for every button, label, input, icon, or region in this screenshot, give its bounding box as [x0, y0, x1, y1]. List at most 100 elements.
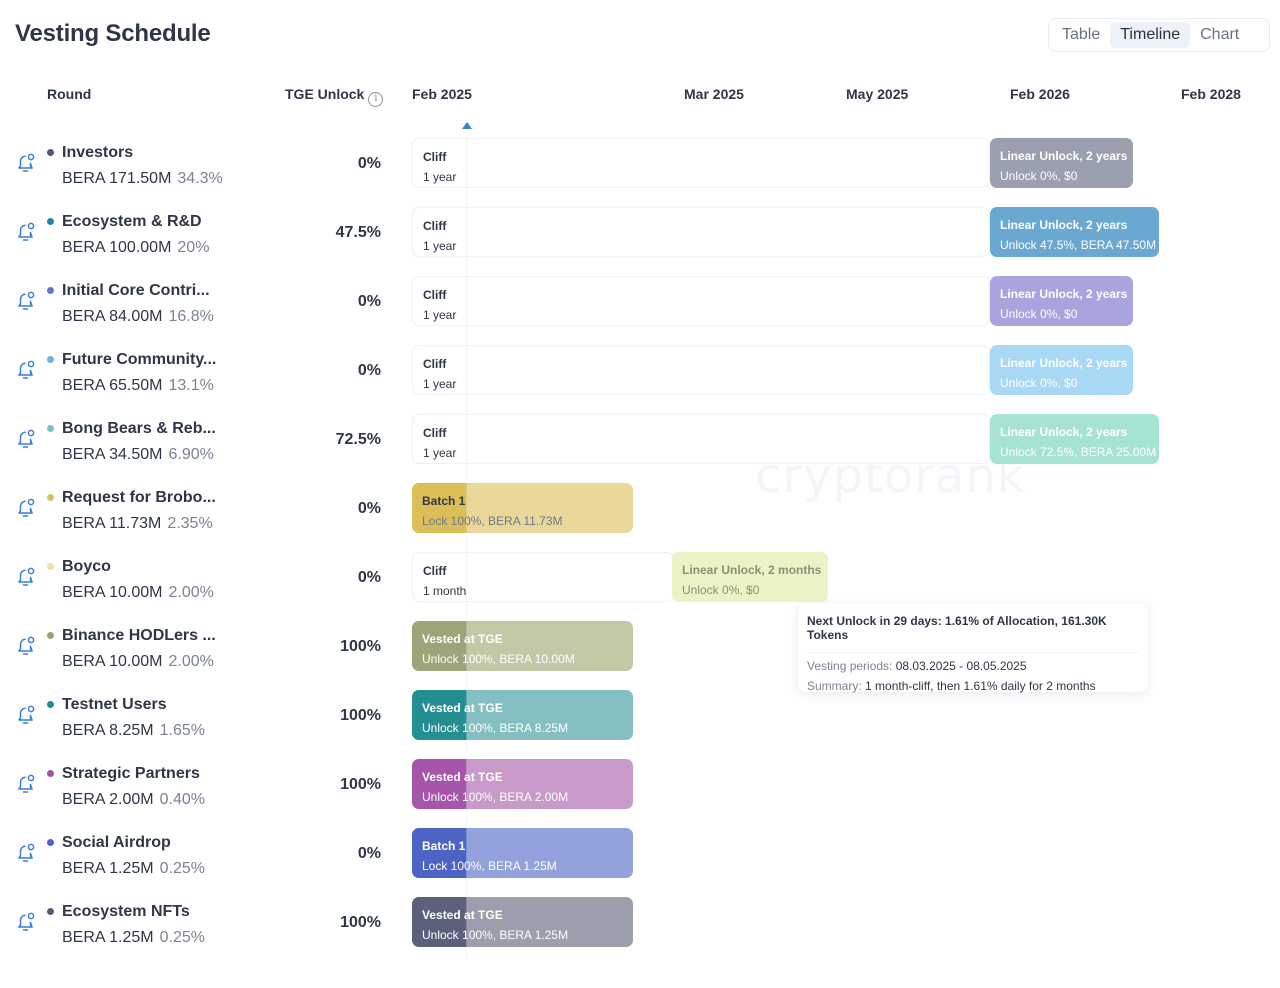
timeline-segment-linear[interactable]: Linear Unlock, 2 years Unlock 47.5%, BERA… [990, 207, 1159, 257]
timeline-segment-linear[interactable]: Linear Unlock, 2 years Unlock 0%, $0 [990, 138, 1133, 188]
tge-unlock-value: 0% [357, 293, 381, 310]
timeline-tick: Feb 2026 [1010, 86, 1070, 102]
tooltip-periods: Vesting periods: 08.03.2025 - 08.05.2025 [807, 659, 1139, 673]
round-row[interactable]: Bong Bears & Reb... BERA 34.50M 6.90% 72.5%… [0, 414, 1280, 483]
tooltip-summary: Summary: 1 month-cliff, then 1.61% daily… [807, 679, 1139, 693]
bell-icon[interactable] [16, 221, 36, 243]
round-color-dot [47, 701, 54, 708]
round-row[interactable]: Ecosystem NFTs BERA 1.25M 0.25% 100% Vested … [0, 897, 1280, 966]
round-amount: BERA 171.50M [62, 170, 172, 187]
round-share: 6.90% [168, 446, 214, 463]
tab-chart[interactable]: Chart [1190, 22, 1249, 48]
view-switch: Table Timeline Chart [1048, 18, 1270, 52]
bell-icon[interactable] [16, 842, 36, 864]
segment-text: Cliff 1 year [423, 285, 979, 325]
round-row[interactable]: Ecosystem & R&D BERA 100.00M 20% 47.5% Cliff… [0, 207, 1280, 276]
bell-icon[interactable] [16, 497, 36, 519]
page-title: Vesting Schedule [15, 20, 211, 47]
round-color-dot [47, 218, 54, 225]
tab-timeline[interactable]: Timeline [1110, 22, 1191, 48]
timeline-segment-vested[interactable]: Vested at TGE Unlock 100%, BERA 10.00M [412, 621, 633, 671]
timeline-segment-linear[interactable]: Linear Unlock, 2 months Unlock 0%, $0 [672, 552, 828, 602]
segment-detail: Unlock 100%, BERA 2.00M [422, 790, 569, 804]
segment-text: Vested at TGE Unlock 100%, BERA 2.00M [422, 767, 623, 807]
round-color-dot [47, 287, 54, 294]
round-name: Future Community... [62, 351, 217, 368]
bell-icon[interactable] [16, 566, 36, 588]
segment-text: Cliff 1 month [423, 561, 663, 601]
round-share: 2.00% [168, 653, 214, 670]
timeline-segment-cliff[interactable]: Cliff 1 month [412, 552, 674, 602]
timeline-segment-vested[interactable]: Vested at TGE Unlock 100%, BERA 8.25M [412, 690, 633, 740]
segment-detail: Unlock 0%, $0 [1000, 169, 1078, 183]
segment-title: Cliff [423, 288, 447, 302]
timeline-tick: Feb 2028 [1181, 86, 1241, 102]
bell-icon[interactable] [16, 635, 36, 657]
tge-unlock-value: 100% [340, 914, 381, 931]
tooltip-summary-value: 1 month-cliff, then 1.61% daily for 2 mo… [865, 679, 1096, 693]
segment-detail: Unlock 100%, BERA 10.00M [422, 652, 575, 666]
round-row[interactable]: Social Airdrop BERA 1.25M 0.25% 0% Batch 1 Lo… [0, 828, 1280, 897]
segment-detail: Unlock 47.5%, BERA 47.50M [1000, 238, 1157, 252]
segment-detail: 1 year [423, 377, 457, 391]
timeline-segment-cliff[interactable]: Cliff 1 year [412, 414, 990, 464]
segment-text: Linear Unlock, 2 years Unlock 0%, $0 [1000, 146, 1127, 186]
round-amount: BERA 10.00M [62, 653, 163, 670]
timeline-tick: Mar 2025 [684, 86, 744, 102]
segment-text: Cliff 1 year [423, 216, 979, 256]
round-color-dot [47, 149, 54, 156]
tab-table[interactable]: Table [1052, 22, 1110, 48]
segment-detail: Unlock 72.5%, BERA 25.00M [1000, 445, 1157, 459]
bell-icon[interactable] [16, 911, 36, 933]
segment-title: Cliff [423, 357, 447, 371]
round-row[interactable]: Future Community... BERA 65.50M 13.1% 0% Cli… [0, 345, 1280, 414]
round-row[interactable]: Strategic Partners BERA 2.00M 0.40% 100% Ves… [0, 759, 1280, 828]
timeline-segment-vested[interactable]: Vested at TGE Unlock 100%, BERA 1.25M [412, 897, 633, 947]
segment-text: Batch 1 Lock 100%, BERA 11.73M [422, 491, 623, 531]
round-name: Social Airdrop [62, 834, 171, 851]
tge-unlock-value: 72.5% [335, 431, 381, 448]
round-allocation: BERA 8.25M 1.65% [62, 722, 205, 740]
timeline-segment-batch[interactable]: Batch 1 Lock 100%, BERA 11.73M [412, 483, 633, 533]
timeline-segment-cliff[interactable]: Cliff 1 year [412, 345, 990, 395]
tooltip-summary-label: Summary: [807, 679, 862, 693]
round-row[interactable]: Initial Core Contri... BERA 84.00M 16.8% 0%… [0, 276, 1280, 345]
round-color-dot [47, 770, 54, 777]
timeline-segment-vested[interactable]: Vested at TGE Unlock 100%, BERA 2.00M [412, 759, 633, 809]
round-share: 20% [177, 239, 210, 256]
segment-title: Vested at TGE [422, 632, 503, 646]
timeline-segment-linear[interactable]: Linear Unlock, 2 years Unlock 72.5%, BERA… [990, 414, 1159, 464]
round-color-dot [47, 425, 54, 432]
round-row[interactable]: Investors BERA 171.50M 34.3% 0% Cliff 1 year L… [0, 138, 1280, 207]
round-share: 1.65% [159, 722, 205, 739]
info-icon[interactable]: i [368, 92, 384, 107]
timeline-segment-linear[interactable]: Linear Unlock, 2 years Unlock 0%, $0 [990, 345, 1133, 395]
segment-title: Vested at TGE [422, 908, 503, 922]
bell-icon[interactable] [16, 704, 36, 726]
timeline-segment-cliff[interactable]: Cliff 1 year [412, 276, 990, 326]
round-amount: BERA 100.00M [62, 239, 172, 256]
round-share: 13.1% [168, 377, 214, 394]
round-color-dot [47, 632, 54, 639]
round-allocation: BERA 84.00M 16.8% [62, 308, 214, 326]
bell-icon[interactable] [16, 773, 36, 795]
bell-icon[interactable] [16, 290, 36, 312]
round-row[interactable]: Request for Brobo... BERA 11.73M 2.35% 0% Ba… [0, 483, 1280, 552]
segment-title: Linear Unlock, 2 years [1000, 356, 1128, 370]
timeline-segment-cliff[interactable]: Cliff 1 year [412, 207, 990, 257]
timeline-segment-linear[interactable]: Linear Unlock, 2 years Unlock 0%, $0 [990, 276, 1133, 326]
segment-text: Linear Unlock, 2 years Unlock 47.5%, BERA… [1000, 215, 1157, 255]
bell-icon[interactable] [16, 359, 36, 381]
bell-icon[interactable] [16, 152, 36, 174]
tge-unlock-value: 0% [357, 569, 381, 586]
timeline-tick: Feb 2025 [412, 86, 472, 102]
round-name: Testnet Users [62, 696, 167, 713]
timeline-segment-batch[interactable]: Batch 1 Lock 100%, BERA 1.25M [412, 828, 633, 878]
segment-text: Linear Unlock, 2 years Unlock 72.5%, BERA… [1000, 422, 1157, 462]
tooltip-periods-value: 08.03.2025 - 08.05.2025 [895, 659, 1027, 673]
round-allocation: BERA 11.73M 2.35% [62, 515, 213, 533]
bell-icon[interactable] [16, 428, 36, 450]
timeline-segment-cliff[interactable]: Cliff 1 year [412, 138, 990, 188]
round-amount: BERA 11.73M [62, 515, 162, 532]
round-row[interactable]: Testnet Users BERA 8.25M 1.65% 100% Vested a… [0, 690, 1280, 759]
